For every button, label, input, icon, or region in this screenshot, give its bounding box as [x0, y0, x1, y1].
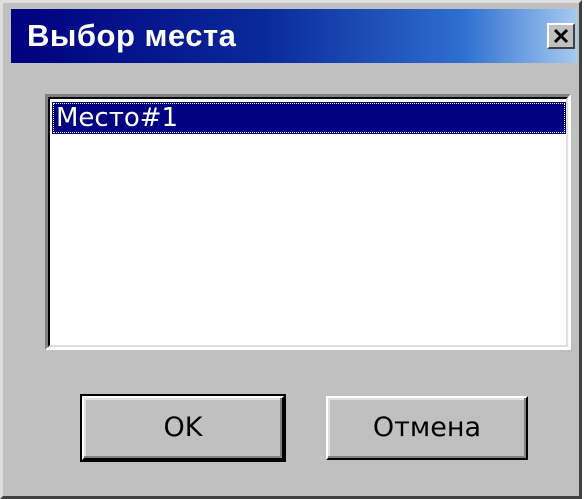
list-item-place-1[interactable]: Место#1	[52, 102, 566, 134]
listbox-frame: Место#1	[48, 97, 568, 347]
cancel-button[interactable]: Отмена	[326, 396, 528, 460]
place-listbox[interactable]: Место#1	[45, 94, 571, 350]
dialog-window: Выбор места Место#1 OK Отмена	[0, 0, 582, 499]
close-button[interactable]	[547, 23, 575, 49]
close-icon	[553, 28, 569, 44]
ok-button[interactable]: OK	[80, 394, 286, 462]
title-bar[interactable]: Выбор места	[11, 9, 577, 63]
window-title: Выбор места	[27, 18, 237, 53]
